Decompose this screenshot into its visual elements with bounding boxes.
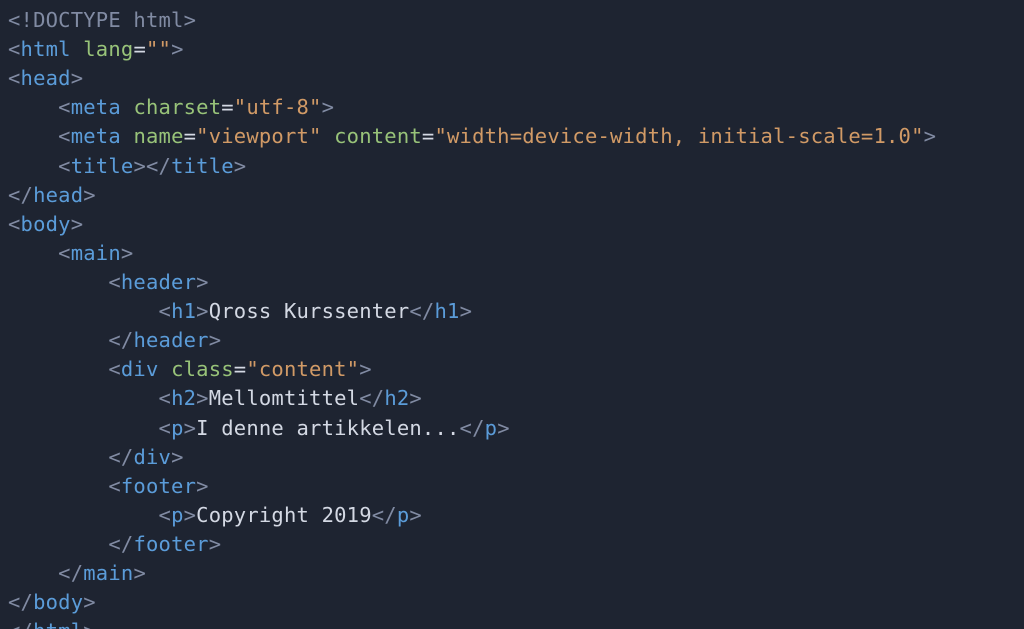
- tag-meta-charset: meta: [71, 95, 121, 119]
- val-viewport-content: "width=device-width, initial-scale=1.0": [434, 124, 923, 148]
- tag-div-close: div: [133, 445, 171, 469]
- val-charset: "utf-8": [234, 95, 322, 119]
- code-editor[interactable]: <!DOCTYPE html> <html lang=""> <head> <m…: [0, 0, 1024, 629]
- val-lang: "": [146, 37, 171, 61]
- doctype: <!DOCTYPE html>: [8, 8, 196, 32]
- tag-p2-open: p: [171, 503, 184, 527]
- tag-main-open: main: [71, 241, 121, 265]
- attr-charset: charset: [133, 95, 221, 119]
- val-div-class: "content": [246, 357, 359, 381]
- tag-body-open: body: [21, 212, 71, 236]
- tag-footer-close: footer: [133, 532, 208, 556]
- tag-head-close: head: [33, 183, 83, 207]
- tag-p1-close: p: [485, 416, 498, 440]
- text-h1: Qross Kurssenter: [209, 299, 410, 323]
- text-p1: I denne artikkelen...: [196, 416, 459, 440]
- val-viewport-name: "viewport": [196, 124, 321, 148]
- attr-name: name: [133, 124, 183, 148]
- tag-html-close: html: [33, 619, 83, 629]
- tag-html-open: html: [21, 37, 71, 61]
- tag-title-close: title: [171, 154, 234, 178]
- attr-class: class: [171, 357, 234, 381]
- tag-meta-viewport: meta: [71, 124, 121, 148]
- tag-h1-close: h1: [434, 299, 459, 323]
- tag-div-open: div: [121, 357, 159, 381]
- tag-header-open: header: [121, 270, 196, 294]
- tag-h2-close: h2: [384, 386, 409, 410]
- tag-header-close: header: [133, 328, 208, 352]
- tag-h2-open: h2: [171, 386, 196, 410]
- text-p2: Copyright 2019: [196, 503, 372, 527]
- text-h2: Mellomtittel: [209, 386, 360, 410]
- tag-p2-close: p: [397, 503, 410, 527]
- tag-footer-open: footer: [121, 474, 196, 498]
- attr-lang: lang: [83, 37, 133, 61]
- tag-head-open: head: [21, 66, 71, 90]
- tag-main-close: main: [83, 561, 133, 585]
- tag-title-open: title: [71, 154, 134, 178]
- tag-p1-open: p: [171, 416, 184, 440]
- tag-body-close: body: [33, 590, 83, 614]
- attr-content: content: [334, 124, 422, 148]
- tag-h1-open: h1: [171, 299, 196, 323]
